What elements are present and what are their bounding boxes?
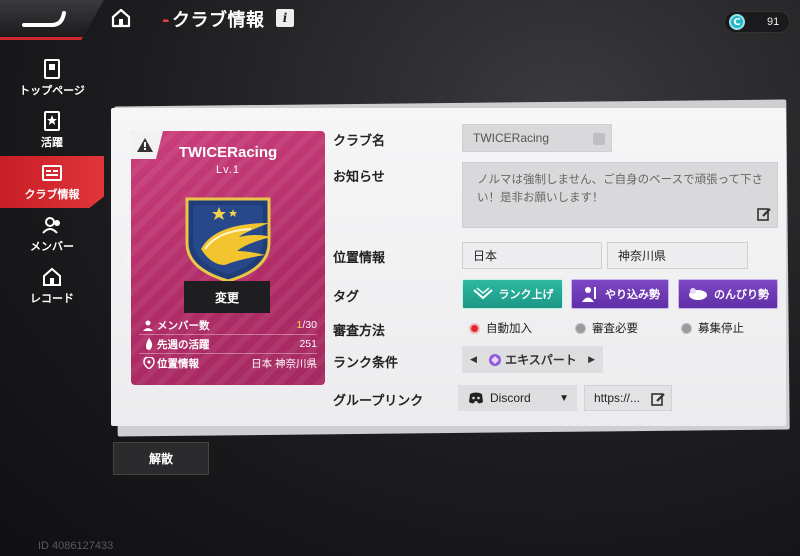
club-emblem-icon — [185, 197, 271, 283]
home-record-icon — [43, 267, 61, 286]
tag-hardcore[interactable]: やり込み勢 — [571, 279, 669, 309]
region-select[interactable]: 神奈川県 — [607, 242, 748, 269]
last-week-activity-row: 先週の活躍 251 — [143, 336, 317, 352]
location-row: 位置情報 日本 神奈川県 — [143, 355, 317, 371]
club-level: Lv.1 — [216, 164, 240, 176]
group-link-label: グループリンク — [333, 394, 424, 409]
members-icon — [42, 217, 60, 234]
home-button[interactable] — [106, 4, 136, 32]
flame-icon — [146, 338, 153, 350]
sidebar-item-achievements[interactable]: 活躍 — [0, 104, 104, 156]
members-icon — [143, 320, 153, 331]
sidebar: トップページ 活躍 クラブ情報 メンバー レコード — [0, 52, 104, 312]
discord-icon — [469, 392, 483, 404]
home-icon — [111, 8, 131, 28]
review-method-label: 審査方法 — [333, 324, 386, 339]
location-label: 位置情報 — [333, 251, 386, 266]
chevron-rank-icon — [472, 287, 493, 300]
club-name: TWICERacing — [178, 144, 278, 161]
group-link-url-field[interactable]: https://... — [584, 385, 672, 411]
dissolve-club-button[interactable]: 解散 — [113, 442, 209, 475]
edit-icon[interactable] — [651, 392, 665, 406]
expert-rank-icon — [489, 353, 502, 366]
rank-condition-label: ランク条件 — [333, 356, 399, 371]
person-flag-icon — [582, 287, 596, 302]
radio-dot — [575, 322, 586, 334]
country-select[interactable]: 日本 — [462, 242, 602, 269]
group-link-platform-select[interactable]: Discord ▼ — [458, 385, 577, 411]
club-name-label: クラブ名 — [333, 134, 386, 149]
radio-recruitment-stopped[interactable]: 募集停止 — [681, 320, 744, 336]
currency-value: 91 — [767, 16, 780, 28]
star-list-icon — [44, 111, 60, 131]
edit-icon[interactable] — [757, 207, 771, 221]
member-count-row: メンバー数 1/30 — [143, 317, 317, 333]
currency-display: C 91 — [724, 11, 790, 33]
coin-icon: C — [729, 14, 745, 30]
rank-condition-selector[interactable]: ◀ エキスパート ▶ — [462, 346, 603, 373]
card-icon — [44, 59, 60, 79]
location-pin-icon — [143, 357, 155, 369]
sidebar-item-members[interactable]: メンバー — [0, 208, 104, 260]
club-info-icon — [42, 165, 62, 181]
game-logo-icon — [22, 11, 66, 27]
sidebar-item-club-info[interactable]: クラブ情報 — [0, 156, 104, 208]
radio-dot-selected — [469, 322, 480, 334]
club-name-field[interactable]: TWICERacing — [462, 124, 612, 152]
player-id: ID 4086127433 — [38, 540, 114, 552]
top-bar: - クラブ情報 i C 91 — [0, 0, 800, 42]
arrow-right-icon[interactable]: ▶ — [588, 355, 595, 365]
dropdown-arrow-icon: ▼ — [559, 392, 569, 404]
notice-field[interactable]: ノルマは強制しません、ご自身のベースで頑張って下さい！是非お願いします！ — [462, 162, 778, 228]
tag-label: タグ — [333, 290, 360, 305]
back-logo-button[interactable] — [0, 0, 104, 40]
relax-icon — [689, 288, 707, 300]
change-emblem-button[interactable]: 変更 — [184, 281, 270, 313]
tag-rank-up[interactable]: ランク上げ — [462, 279, 563, 309]
radio-approval-required[interactable]: 審査必要 — [575, 320, 638, 336]
notice-label: お知らせ — [333, 170, 385, 185]
divider — [139, 334, 317, 335]
arrow-left-icon[interactable]: ◀ — [470, 355, 477, 365]
radio-auto-join[interactable]: 自動加入 — [469, 320, 532, 336]
info-button[interactable]: i — [276, 9, 294, 27]
tag-casual[interactable]: のんびり勢 — [678, 279, 778, 309]
club-card: TWICERacing Lv.1 変更 メンバー数 1/30 先週の活躍 251… — [131, 131, 325, 385]
page-title: - クラブ情報 — [162, 10, 265, 31]
radio-dot — [681, 322, 692, 334]
sidebar-item-records[interactable]: レコード — [0, 260, 104, 312]
sidebar-item-top-page[interactable]: トップページ — [0, 52, 104, 104]
copy-icon[interactable] — [593, 133, 605, 145]
divider — [139, 353, 317, 354]
